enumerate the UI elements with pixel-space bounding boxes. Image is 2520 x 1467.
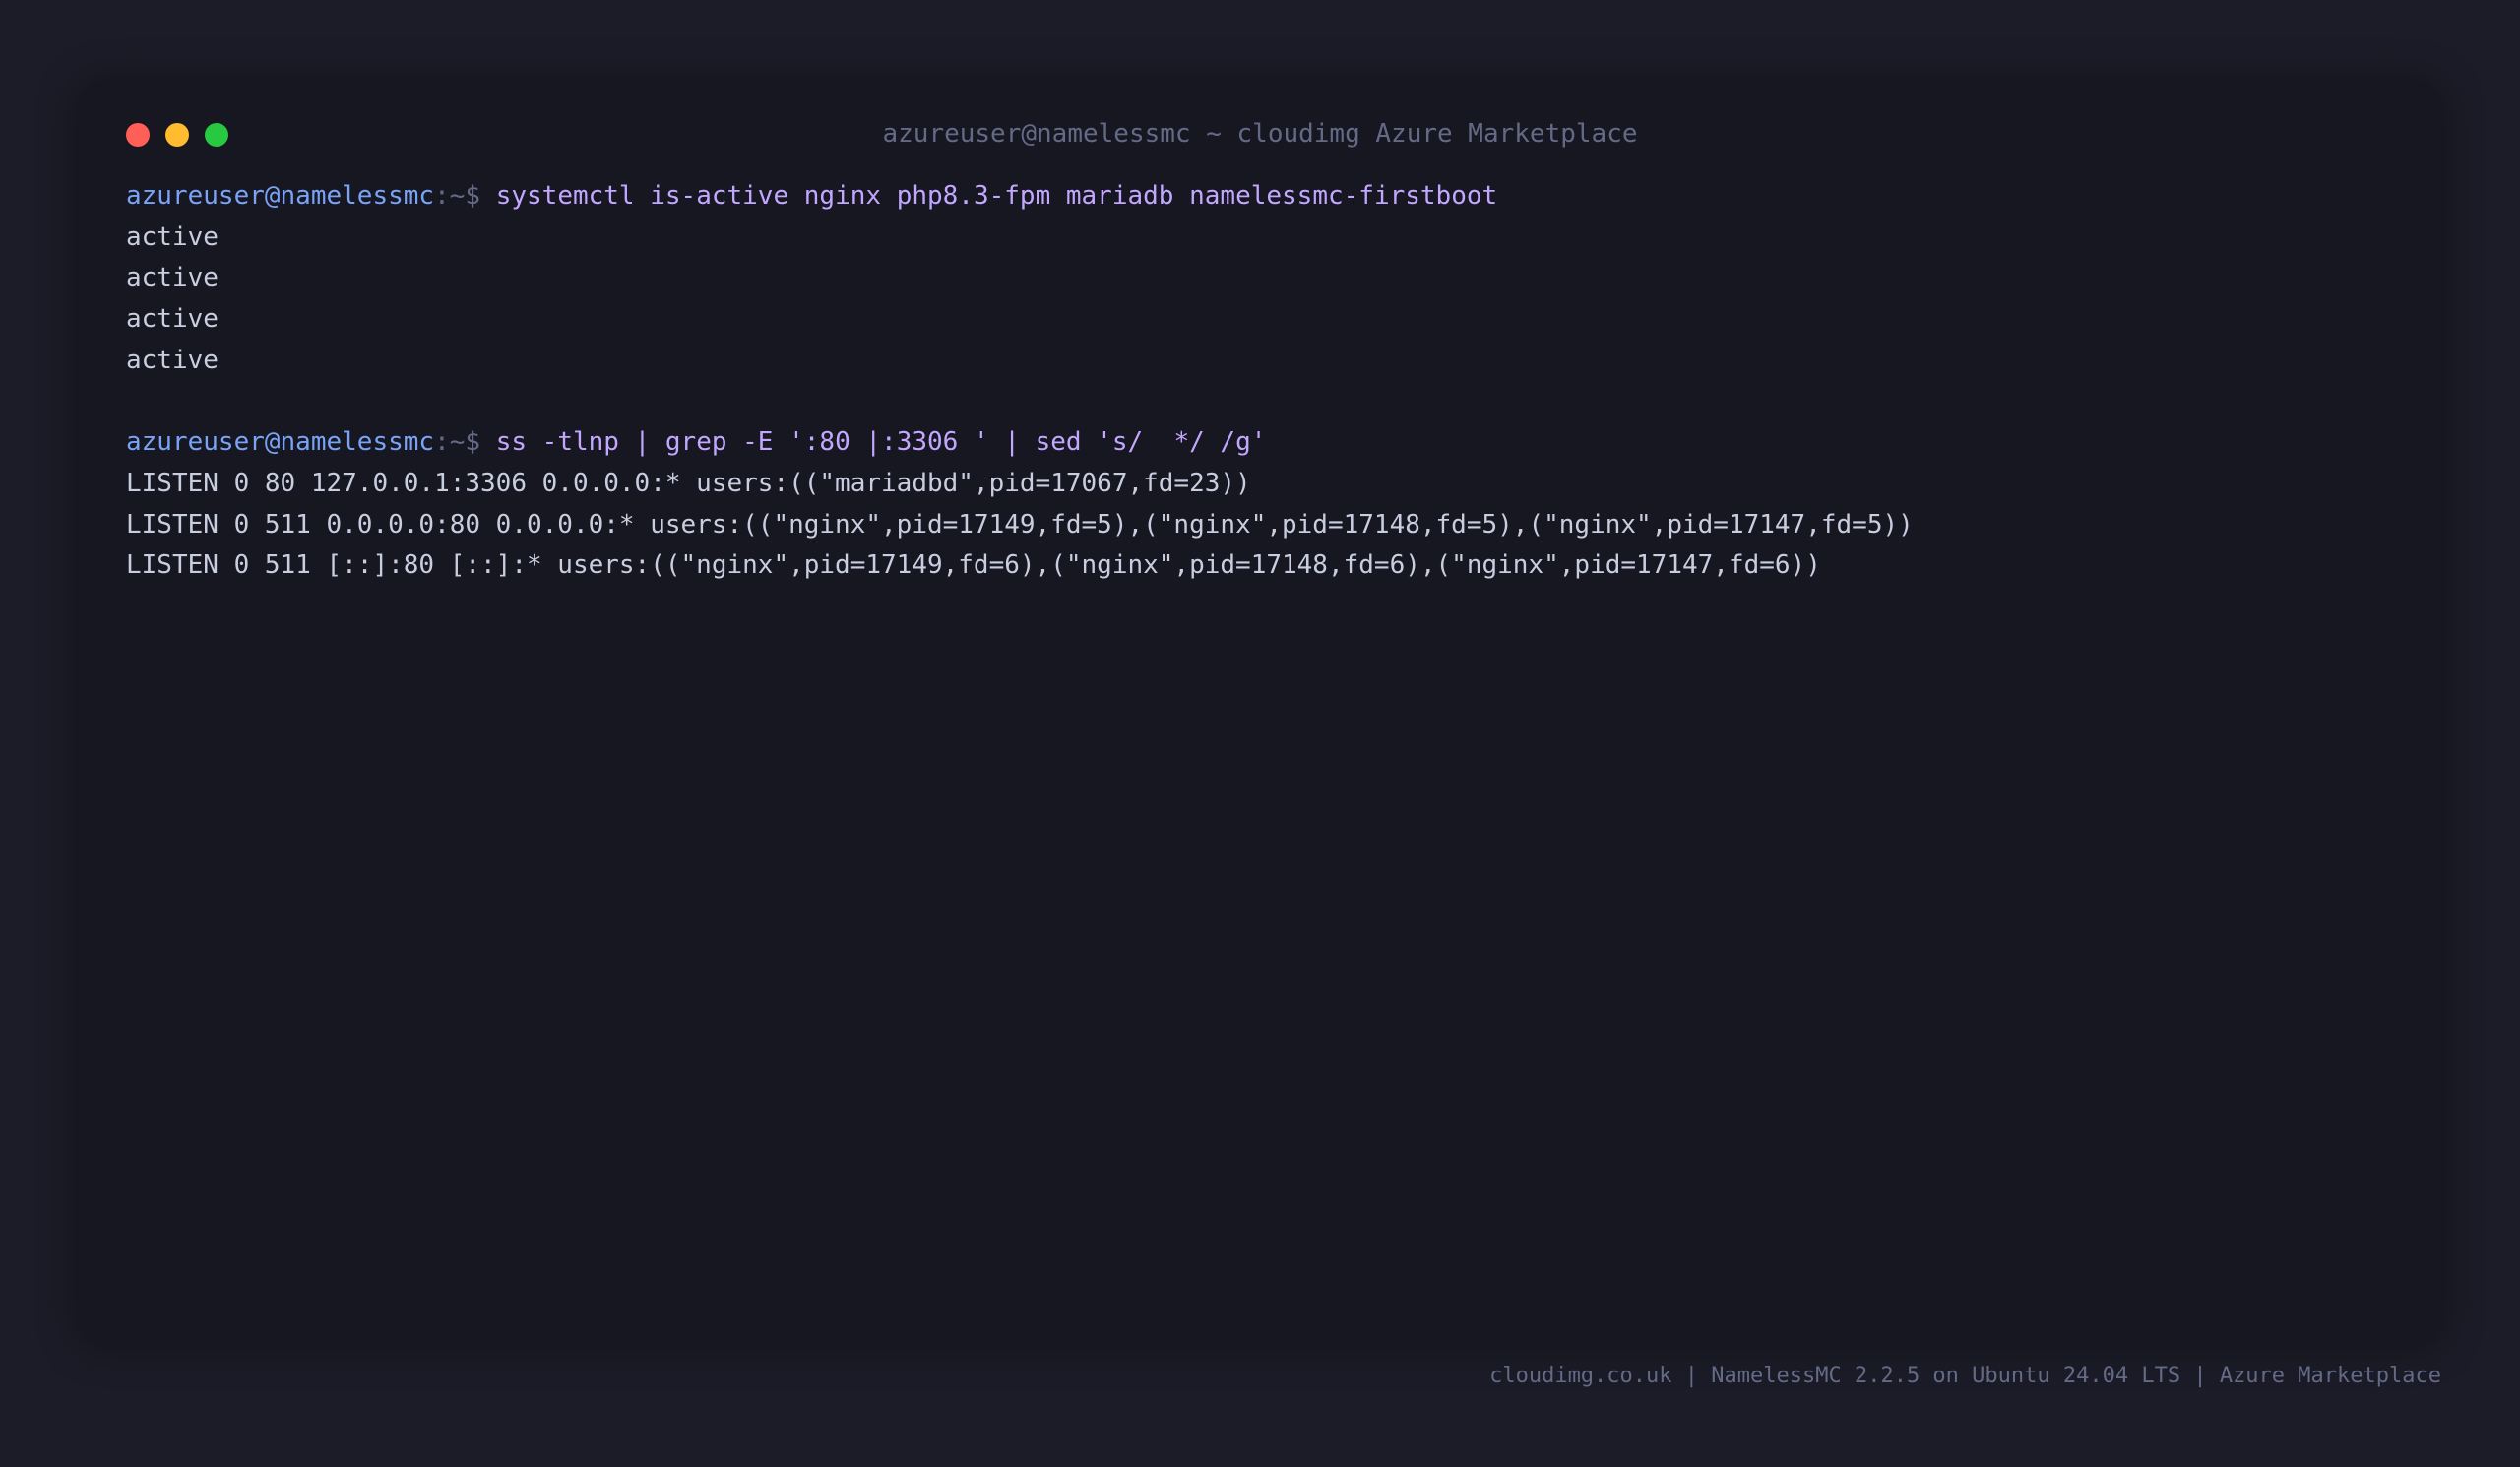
prompt-path: :~$ [434,427,496,458]
command-text: ss -tlnp | grep -E ':80 |:3306 ' | sed '… [495,427,1267,458]
title-bar: azureuser@namelessmc ~ cloudimg Azure Ma… [77,81,2443,183]
output-line: active [126,263,219,293]
footer-caption: cloudimg.co.uk | NamelessMC 2.2.5 on Ubu… [1489,1364,2441,1388]
command-text: systemctl is-active nginx php8.3-fpm mar… [495,181,1498,211]
output-line: active [126,304,219,335]
prompt-line: azureuser@namelessmc:~$ ss -tlnp | grep … [126,422,2414,464]
prompt-path: :~$ [434,181,496,211]
output-line: LISTEN 0 511 [::]:80 [::]:* users:(("ngi… [126,550,1821,581]
output-line: LISTEN 0 511 0.0.0.0:80 0.0.0.0:* users:… [126,509,1914,540]
prompt-user: azureuser@namelessmc [126,427,435,458]
terminal-window: azureuser@namelessmc ~ cloudimg Azure Ma… [77,81,2443,1347]
prompt-user: azureuser@namelessmc [126,181,435,211]
output-line: LISTEN 0 80 127.0.0.1:3306 0.0.0.0:* use… [126,468,1251,498]
window-title: azureuser@namelessmc ~ cloudimg Azure Ma… [882,119,1638,149]
terminal-output[interactable]: azureuser@namelessmc:~$ systemctl is-act… [126,176,2414,587]
output-line: active [126,345,219,375]
output-line: active [126,222,219,252]
prompt-line: azureuser@namelessmc:~$ systemctl is-act… [126,176,2414,218]
